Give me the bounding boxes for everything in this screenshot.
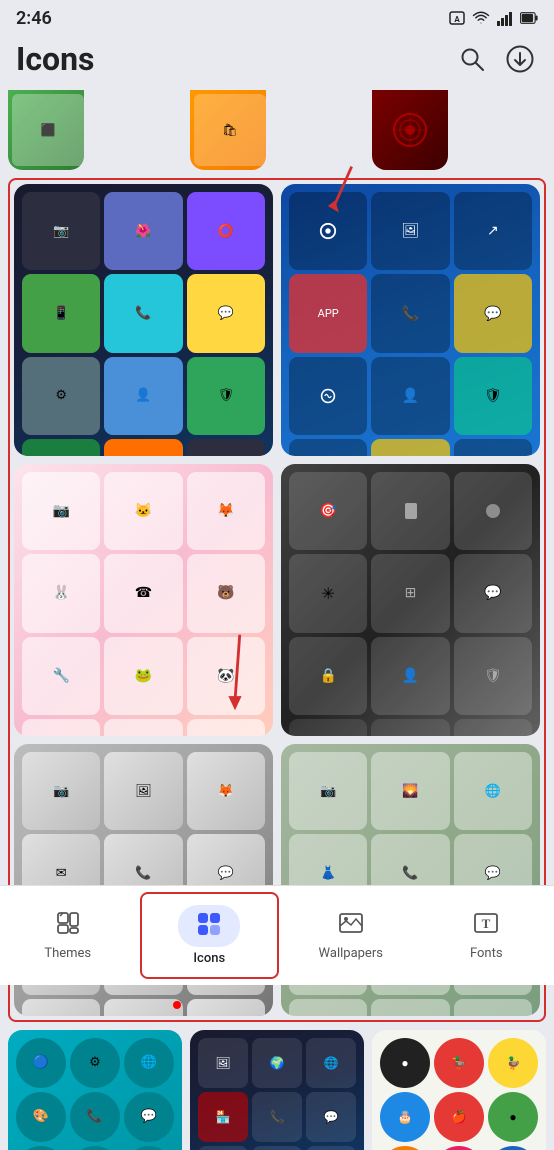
header-actions — [454, 41, 538, 77]
status-icons: A — [448, 9, 538, 27]
bottom-nav: Themes Icons Wallpapers — [0, 885, 554, 985]
fonts-label: Fonts — [470, 946, 503, 961]
icons-icon — [196, 911, 222, 941]
download-button[interactable] — [502, 41, 538, 77]
wallpapers-icon — [338, 910, 364, 942]
icons-icon-wrap — [178, 905, 240, 947]
bottom-partial-row: 🔵 ⚙ 🌐 🎨 📞 💬 📊 👤 🏔 🖼 🌍 🌐 🏪 📞 💬 📊 — [8, 1030, 546, 1150]
icon-pack-pink-cute[interactable]: 📷 🐱 🦊 🐰 ☎ 🐻 🔧 🐸 🐼 🐹 📅 🌸 — [14, 464, 273, 736]
icon-pack-blurred-dark[interactable]: 🎯 ✳ ⊞ 💬 🔒 👤 🛡 — [281, 464, 540, 736]
icon-pack-teal[interactable]: 🔵 ⚙ 🌐 🎨 📞 💬 📊 👤 🏔 — [8, 1030, 182, 1150]
icon-pack-dark-phone[interactable]: 📷 🌺 ⭕ 📱 📞 💬 ⚙ 👤 🛡 22 14 — [14, 184, 273, 456]
nav-item-wallpapers[interactable]: Wallpapers — [283, 886, 419, 985]
wallpapers-label: Wallpapers — [319, 946, 383, 961]
page-title: Icons — [16, 40, 94, 78]
nav-item-fonts[interactable]: T Fonts — [419, 886, 554, 985]
icon-pack-grid: ⬛ 📅 🌿 🛍 9 ⛅ — [0, 86, 554, 1150]
top-partial-row: ⬛ 📅 🌿 🛍 9 ⛅ — [8, 90, 546, 170]
svg-text:T: T — [482, 916, 491, 931]
signal-icon — [496, 9, 514, 27]
svg-text:A: A — [454, 15, 460, 24]
icon-pack-blue-tech[interactable]: 🖼 ↗ APP 📞 💬 👤 🛡 22 14 — [281, 184, 540, 456]
nav-item-icons[interactable]: Icons — [140, 892, 280, 979]
fonts-icon: T — [473, 910, 499, 942]
icon-pack-green[interactable]: ⬛ 📅 🌿 — [8, 90, 84, 170]
header: Icons — [0, 36, 554, 86]
status-time: 2:46 — [16, 8, 52, 29]
wifi-icon — [472, 9, 490, 27]
keyboard-icon: A — [448, 9, 466, 27]
icons-label: Icons — [193, 951, 225, 966]
themes-label: Themes — [44, 946, 91, 961]
status-bar: 2:46 A — [0, 0, 554, 36]
icon-pack-orange[interactable]: 🛍 9 ⛅ — [190, 90, 266, 170]
icon-pack-darkred[interactable] — [372, 90, 448, 170]
icon-pack-night[interactable]: 🖼 🌍 🌐 🏪 📞 💬 📊 🦋 🦅 — [190, 1030, 364, 1150]
battery-icon — [520, 9, 538, 27]
themes-icon — [55, 910, 81, 942]
icon-pack-colorful-circle[interactable]: ● 🦆 🦆 🎂 🍎 ● 🍸 🎭 🌊 — [372, 1030, 546, 1150]
nav-item-themes[interactable]: Themes — [0, 886, 136, 985]
search-button[interactable] — [454, 41, 490, 77]
